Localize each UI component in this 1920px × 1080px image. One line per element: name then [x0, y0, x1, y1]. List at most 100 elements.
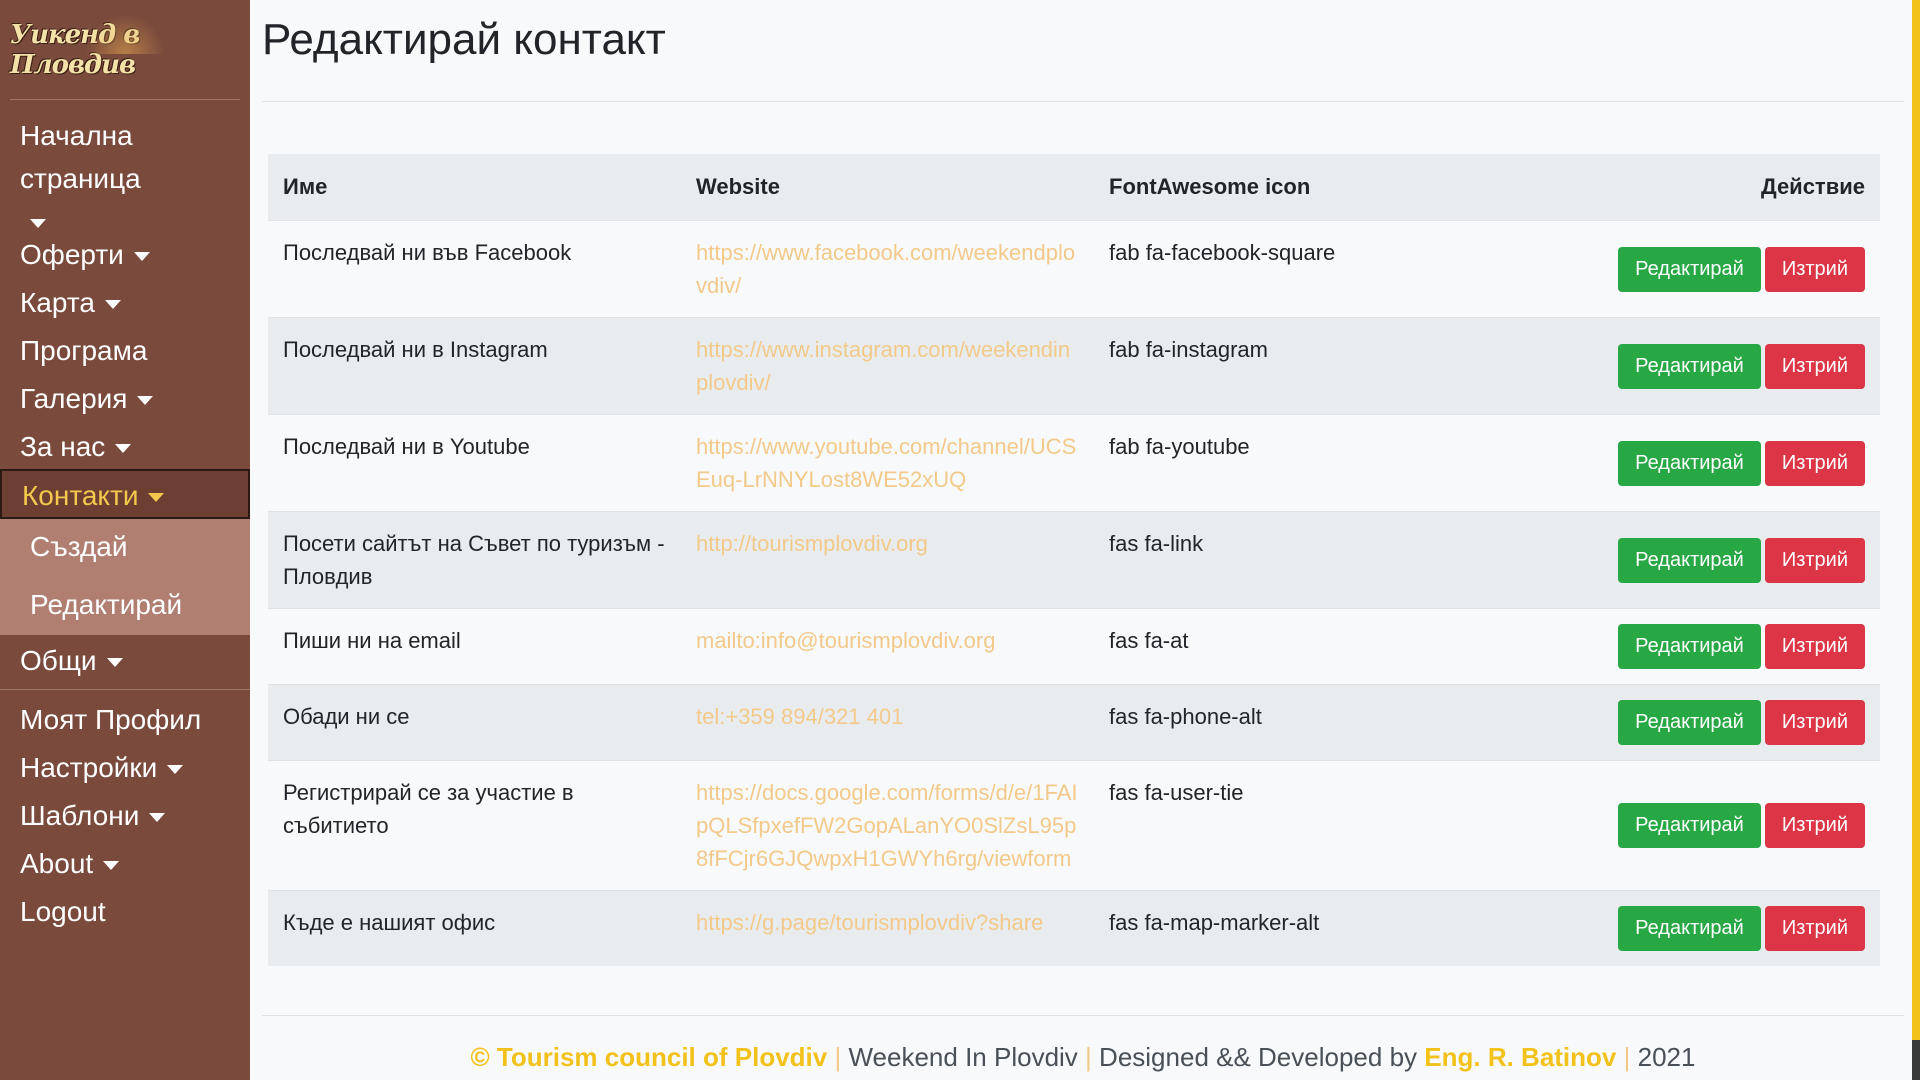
footer-year: 2021 [1637, 1042, 1696, 1072]
delete-button[interactable]: Изтрий [1764, 700, 1865, 745]
cell-actions: Редактирай Изтрий [1494, 760, 1880, 891]
cell-website: https://www.facebook.com/weekendplovdiv/ [681, 220, 1094, 318]
table-row: Пиши ни на email mailto:info@tourismplovd… [268, 608, 1880, 685]
cell-icon: fas fa-phone-alt [1094, 684, 1494, 761]
submenu-item[interactable]: Редактирай [0, 577, 250, 635]
header-icon: FontAwesome icon [1094, 154, 1494, 221]
page-title: Редактирай контакт [262, 14, 1904, 102]
sidebar-item-6[interactable]: Контакти [0, 469, 250, 519]
sidebar-item-label: За нас [20, 431, 106, 462]
delete-button[interactable]: Изтрий [1764, 624, 1865, 669]
sidebar-item-2[interactable]: Шаблони [0, 790, 250, 838]
header-action: Действие [1494, 154, 1880, 221]
sidebar-item-label: Начална страница [20, 120, 141, 194]
sidebar-item-1[interactable]: Настройки [0, 742, 250, 790]
sidebar-item-label: Моят Профил [20, 704, 202, 735]
cell-website: http://tourismplovdiv.org [681, 511, 1094, 609]
header-name: Име [268, 154, 681, 221]
delete-button[interactable]: Изтрий [1764, 440, 1865, 486]
table-row: Къде е нашият офис https://g.page/tourism… [268, 890, 1880, 966]
caret-down-icon [167, 765, 184, 774]
table-header-row: Име Website FontAwesome icon Действие [268, 154, 1880, 221]
cell-actions: Редактирай Изтрий [1494, 890, 1880, 966]
footer-author[interactable]: Eng. R. Batinov [1424, 1042, 1616, 1072]
contacts-table-wrapper: Име Website FontAwesome icon Действие По… [268, 154, 1880, 966]
table-row: Последвай ни в Instagram https://www.inst… [268, 317, 1880, 415]
sidebar-item-label: Шаблони [20, 800, 140, 831]
website-link[interactable]: http://tourismplovdiv.org [696, 531, 928, 556]
sidebar-item-label: Настройки [20, 752, 158, 783]
header-website: Website [681, 154, 1094, 221]
sidebar-item-0[interactable]: Моят Профил [0, 694, 250, 742]
submenu-item[interactable]: Създай [0, 519, 250, 577]
scrollbar-thumb[interactable] [1912, 1040, 1920, 1080]
footer-credits: Designed && Developed by [1099, 1042, 1418, 1072]
sidebar-item-1[interactable]: Оферти [0, 229, 250, 277]
footer-separator: | [1085, 1042, 1092, 1072]
sidebar-item-0[interactable]: Общи [0, 635, 250, 683]
caret-down-icon [103, 861, 120, 870]
delete-button[interactable]: Изтрий [1764, 906, 1865, 951]
table-row: Обади ни се tel:+359 894/321 401 fas fa-ph… [268, 684, 1880, 761]
scrollbar-track[interactable] [1912, 0, 1920, 1080]
cell-website: mailto:info@tourismplovdiv.org [681, 608, 1094, 685]
website-link[interactable]: https://www.facebook.com/weekendplovdiv/ [696, 240, 1075, 298]
cell-icon: fab fa-instagram [1094, 317, 1494, 415]
footer-site-name: Weekend In Plovdiv [848, 1042, 1078, 1072]
edit-button[interactable]: Редактирай [1618, 537, 1761, 583]
website-link[interactable]: https://www.instagram.com/weekendinplovd… [696, 337, 1070, 395]
delete-button[interactable]: Изтрий [1764, 343, 1865, 389]
caret-down-icon [115, 444, 132, 453]
sidebar-item-2[interactable]: Карта [0, 277, 250, 325]
caret-down-icon [133, 252, 150, 261]
sidebar-nav: Начална страница Оферти Карта Програма Галер… [0, 100, 250, 934]
table-row: Последвай ни в Youtube https://www.youtub… [268, 414, 1880, 512]
cell-website: https://g.page/tourismplovdiv?share [681, 890, 1094, 966]
edit-button[interactable]: Редактирай [1618, 624, 1761, 669]
caret-down-icon [137, 396, 154, 405]
sidebar-item-5[interactable]: За нас [0, 421, 250, 469]
sidebar-item-label: Оферти [20, 239, 124, 270]
delete-button[interactable]: Изтрий [1764, 537, 1865, 583]
footer-copyright[interactable]: © Tourism council of Plovdiv [471, 1042, 828, 1072]
cell-name: Регистрирай се за участие в събитието [268, 760, 681, 891]
sidebar-item-0[interactable]: Начална страница [0, 110, 200, 229]
cell-website: tel:+359 894/321 401 [681, 684, 1094, 761]
cell-website: https://docs.google.com/forms/d/e/1FAIpQ… [681, 760, 1094, 891]
sidebar-item-label: Контакти [22, 480, 139, 511]
sidebar-item-3[interactable]: About [0, 838, 250, 886]
cell-actions: Редактирай Изтрий [1494, 414, 1880, 512]
delete-button[interactable]: Изтрий [1764, 803, 1865, 848]
website-link[interactable]: tel:+359 894/321 401 [696, 704, 903, 729]
delete-button[interactable]: Изтрий [1764, 246, 1865, 292]
sidebar-item-3[interactable]: Програма [0, 325, 250, 373]
cell-actions: Редактирай Изтрий [1494, 511, 1880, 609]
edit-button[interactable]: Редактирай [1618, 906, 1761, 951]
cell-name: Посети сайтът на Съвет по туризъм - Плов… [268, 511, 681, 609]
cell-icon: fas fa-user-tie [1094, 760, 1494, 891]
cell-name: Последвай ни в Youtube [268, 414, 681, 512]
cell-actions: Редактирай Изтрий [1494, 684, 1880, 761]
edit-button[interactable]: Редактирай [1618, 343, 1761, 389]
cell-icon: fab fa-youtube [1094, 414, 1494, 512]
footer-separator: | [834, 1042, 842, 1072]
caret-down-icon [148, 493, 165, 502]
cell-name: Къде е нашият офис [268, 890, 681, 966]
edit-button[interactable]: Редактирай [1618, 246, 1761, 292]
footer: © Tourism council of Plovdiv | Weekend I… [262, 1015, 1904, 1073]
sidebar-item-label: Logout [20, 896, 106, 927]
website-link[interactable]: mailto:info@tourismplovdiv.org [696, 628, 995, 653]
edit-button[interactable]: Редактирай [1618, 700, 1761, 745]
website-link[interactable]: https://g.page/tourismplovdiv?share [696, 910, 1043, 935]
contacts-submenu: Създай Редактирай [0, 519, 250, 635]
website-link[interactable]: https://docs.google.com/forms/d/e/1FAIpQ… [696, 780, 1078, 871]
logo[interactable]: Уикенд в Пловдив [10, 0, 240, 100]
cell-website: https://www.youtube.com/channel/UCSEuq-L… [681, 414, 1094, 512]
sidebar-divider [0, 689, 250, 690]
website-link[interactable]: https://www.youtube.com/channel/UCSEuq-L… [696, 434, 1076, 492]
sidebar-item-4[interactable]: Logout [0, 886, 250, 934]
sidebar-item-4[interactable]: Галерия [0, 373, 250, 421]
cell-actions: Редактирай Изтрий [1494, 608, 1880, 685]
edit-button[interactable]: Редактирай [1618, 803, 1761, 848]
edit-button[interactable]: Редактирай [1618, 440, 1761, 486]
